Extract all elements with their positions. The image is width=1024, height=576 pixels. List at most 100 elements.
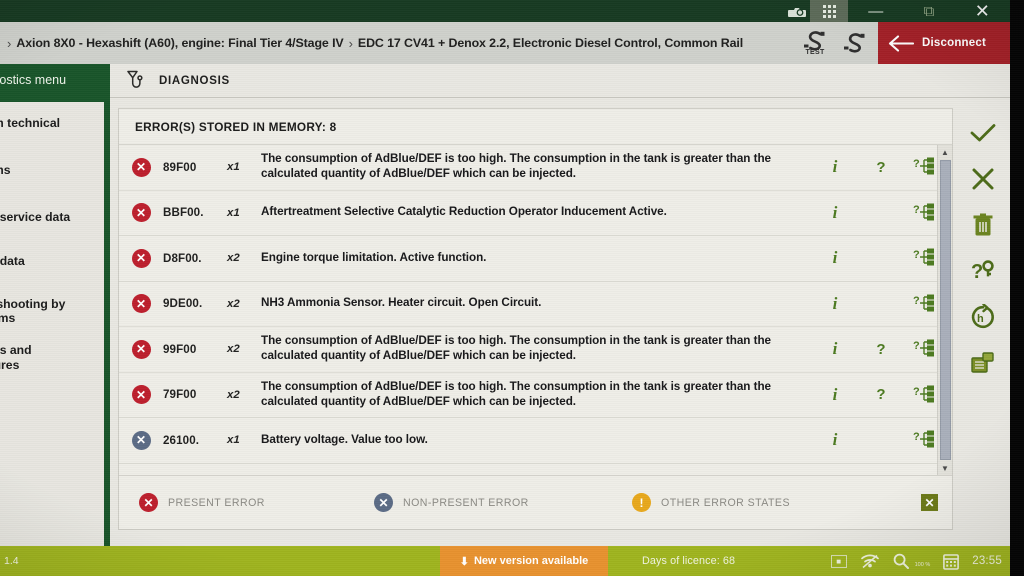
breadcrumb-item-ecu[interactable]: EDC 17 CV41 + Denox 2.2, Electronic Dies… — [358, 36, 743, 50]
present-error-badge: ✕ — [131, 294, 151, 314]
error-count: x2 — [227, 297, 240, 310]
non-present-error-badge: ✕ — [374, 493, 393, 512]
error-status-icon: ✕ — [119, 203, 163, 223]
error-status-icon: ✕ — [119, 430, 163, 450]
error-count: x1 — [227, 434, 240, 447]
sidebar-item-troubleshooting-by-symptoms[interactable]: ...leshooting by ...toms — [0, 297, 104, 326]
error-list[interactable]: ✕ 89F00 x1 The consumption of AdBlue/DEF… — [119, 145, 952, 475]
scrollbar-thumb[interactable] — [939, 160, 951, 460]
info-icon[interactable]: i — [812, 157, 858, 177]
error-count: x1 — [227, 206, 240, 219]
info-icon[interactable]: i — [812, 385, 858, 405]
error-code: BBF00. — [163, 206, 204, 220]
disconnect-button[interactable]: Disconnect — [878, 22, 1010, 64]
help-icon-placeholder: ? — [858, 431, 904, 449]
error-code: 99F00 — [163, 342, 197, 356]
sidebar-item-vehicle-data[interactable]: ...le data — [0, 254, 104, 268]
main-content: DIAGNOSIS ERROR(S) STORED IN MEMORY: 8 ✕… — [110, 64, 1010, 546]
row-actions: i ? ? — [812, 293, 952, 315]
table-row[interactable]: ✕ 99F00 x2 The consumption of AdBlue/DEF… — [119, 327, 952, 373]
legend-item-present: ✕ PRESENT ERROR — [119, 493, 354, 512]
question-key-icon[interactable]: ? — [970, 258, 996, 284]
table-row[interactable]: ✕ 79F00 x2 The consumption of AdBlue/DEF… — [119, 373, 952, 418]
trash-icon[interactable] — [972, 212, 994, 238]
history-refresh-icon[interactable]: h — [970, 304, 996, 330]
error-code: 9DE00. — [163, 297, 203, 311]
info-icon[interactable]: i — [812, 294, 858, 314]
legend-label: NON-PRESENT ERROR — [403, 496, 529, 509]
calendar-icon[interactable] — [943, 553, 960, 570]
maximize-button[interactable]: ⧉ — [924, 4, 935, 19]
info-icon[interactable]: i — [812, 430, 858, 450]
disconnect-label: Disconnect — [922, 37, 986, 49]
check-icon[interactable] — [970, 120, 996, 146]
zoom-level-label: 100 % — [914, 561, 931, 568]
sidebar-item-vehicle-service-data[interactable]: ...le service data — [0, 210, 104, 224]
error-status-icon: ✕ — [119, 248, 163, 268]
new-version-button[interactable]: ⬇ New version available — [440, 546, 608, 576]
present-error-badge: ✕ — [131, 248, 151, 268]
error-status-icon: ✕ — [119, 339, 163, 359]
error-description: Aftertreatment Selective Catalytic Reduc… — [261, 205, 667, 219]
table-row[interactable]: ✕ 26100. x1 Battery voltage. Value too l… — [119, 418, 952, 464]
row-actions: i ? ? — [812, 384, 952, 406]
close-button[interactable]: ✕ — [975, 2, 990, 20]
scroll-down-arrow-icon[interactable]: ▼ — [941, 461, 949, 475]
table-row[interactable]: ✕ 89F00 x1 The consumption of AdBlue/DEF… — [119, 145, 952, 191]
connector-icon[interactable] — [842, 31, 868, 55]
download-icon: ⬇ — [459, 555, 469, 568]
error-list-scrollbar[interactable]: ▲ ▼ — [937, 145, 952, 475]
present-error-badge: ✕ — [131, 339, 151, 359]
error-description: Battery voltage. Value too low. — [261, 432, 428, 446]
legend-label: OTHER ERROR STATES — [661, 496, 790, 509]
help-icon[interactable]: ? — [858, 386, 904, 403]
info-icon[interactable]: i — [812, 248, 858, 268]
self-test-connector-icon[interactable]: TEST — [802, 30, 828, 56]
breadcrumb: › Axion 8X0 - Hexashift (A60), engine: F… — [0, 22, 792, 64]
apps-grid-icon[interactable] — [810, 0, 848, 22]
scroll-up-arrow-icon[interactable]: ▲ — [941, 145, 949, 159]
error-status-icon: ✕ — [119, 157, 163, 177]
error-count: x1 — [227, 161, 240, 174]
zoom-level-icon[interactable] — [893, 553, 909, 569]
row-actions: i ? ? — [812, 338, 952, 360]
wifi-off-icon[interactable] — [860, 553, 880, 569]
camera-icon[interactable] — [788, 5, 808, 18]
error-status-icon: ✕ — [119, 385, 163, 405]
svg-text:?: ? — [971, 261, 983, 283]
app-version: 1.4 — [4, 555, 19, 567]
legend-close-button[interactable]: ✕ — [921, 494, 938, 511]
svg-text:?: ? — [913, 295, 920, 307]
error-code: 79F00 — [163, 388, 197, 402]
print-icon[interactable] — [970, 350, 996, 376]
tray-panel-icon[interactable]: ■ — [830, 554, 847, 568]
svg-text:?: ? — [913, 431, 920, 443]
breadcrumb-item-vehicle[interactable]: Axion 8X0 - Hexashift (A60), engine: Fin… — [16, 36, 343, 50]
diagnosis-label: DIAGNOSIS — [159, 74, 230, 87]
error-description: NH3 Ammonia Sensor. Heater circuit. Open… — [261, 296, 542, 310]
minimize-button[interactable]: — — [868, 4, 883, 19]
breadcrumb-header: › Axion 8X0 - Hexashift (A60), engine: F… — [0, 22, 1010, 64]
error-description: The consumption of AdBlue/DEF is too hig… — [261, 379, 771, 408]
row-actions: i ? ? — [812, 247, 952, 269]
clock: 23:55 — [972, 555, 1002, 567]
info-icon[interactable]: i — [812, 203, 858, 223]
os-title-bar: ? — ⧉ ✕ — [0, 0, 1010, 22]
info-icon[interactable]: i — [812, 339, 858, 359]
sidebar-item-diagrams[interactable]: ...ams — [0, 163, 104, 177]
close-icon[interactable] — [971, 166, 995, 192]
screen-root: ? — ⧉ ✕ › Axion 8X0 - Hexashift (A60), e… — [0, 0, 1024, 576]
present-error-badge: ✕ — [131, 385, 151, 405]
table-row[interactable]: ✕ 9DE00. x2 NH3 Ammonia Sensor. Heater c… — [119, 282, 952, 327]
help-icon[interactable]: ? — [858, 159, 904, 176]
breadcrumb-separator: › — [348, 35, 353, 51]
arrow-left-icon — [888, 34, 914, 52]
licence-days-label: Days of licence: 68 — [642, 555, 736, 567]
sidebar-item-processes-and-procedures[interactable]: ...ses and ...dures — [0, 343, 104, 372]
row-actions: i ? ? — [812, 429, 952, 451]
sidebar-item-system-technical[interactable]: ...em technical — [0, 116, 104, 130]
table-row[interactable]: ✕ D8F00. x2 Engine torque limitation. Ac… — [119, 236, 952, 282]
help-icon-placeholder: ? — [858, 249, 904, 267]
table-row[interactable]: ✕ BBF00. x1 Aftertreatment Selective Cat… — [119, 191, 952, 236]
help-icon[interactable]: ? — [858, 341, 904, 358]
